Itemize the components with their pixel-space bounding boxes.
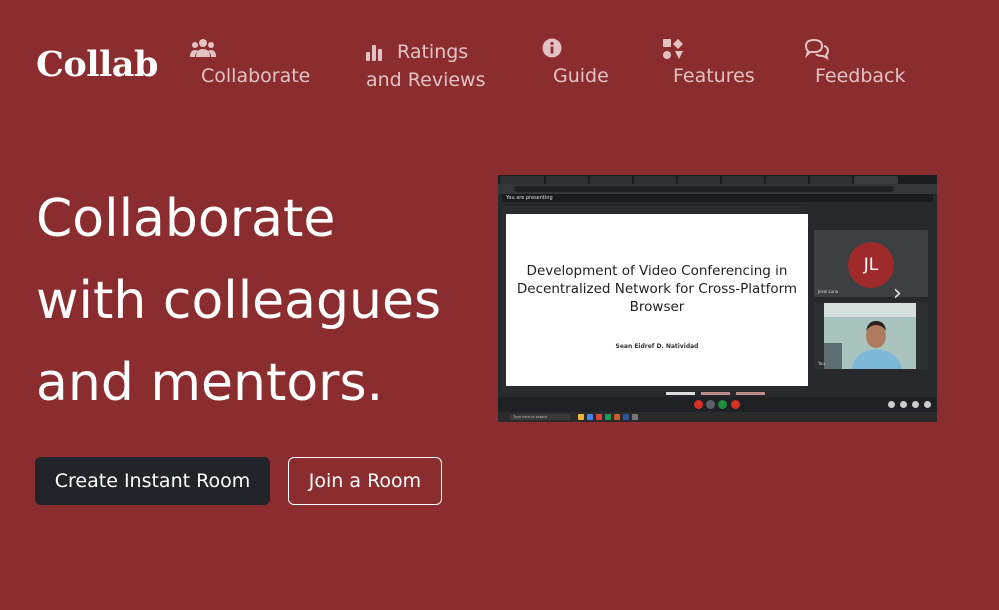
folder-icon: [578, 414, 584, 420]
nav-feedback[interactable]: Feedback: [804, 38, 905, 90]
bar-chart-icon: [366, 44, 384, 61]
share-screen-icon: [718, 400, 727, 409]
nav-guide-label: Guide: [553, 65, 609, 87]
chat-icon: [900, 401, 907, 408]
app-preview-screenshot: You are presenting Development of Video …: [498, 175, 937, 422]
shared-screen: Development of Video Conferencing in Dec…: [502, 206, 808, 392]
nav-collaborate[interactable]: Collaborate: [190, 38, 310, 90]
hero-headline: Collaborate with colleagues and mentors.: [36, 178, 476, 424]
brand-logo[interactable]: Collab: [36, 44, 158, 85]
nav-ratings-reviews[interactable]: Ratings and Reviews: [366, 38, 485, 94]
self-name: You: [818, 361, 825, 366]
presenting-banner: You are presenting: [502, 194, 933, 202]
hero-line-3: and mentors.: [36, 353, 384, 413]
participant-avatar: JL: [848, 242, 894, 288]
app-icon: [614, 414, 620, 420]
comments-icon: [804, 38, 905, 62]
hero-line-2: with colleagues: [36, 271, 442, 331]
browser-icon: [587, 414, 593, 420]
carousel-indicator: [701, 392, 730, 395]
webcam-feed: [824, 303, 916, 369]
browser-tab-strip: [498, 175, 937, 184]
info-icon: [888, 401, 895, 408]
app-icon: [623, 414, 629, 420]
app-icon: [605, 414, 611, 420]
hero-line-1: Collaborate: [36, 189, 336, 249]
participant-tile: JL Josel Luna: [814, 230, 928, 297]
self-video-tile: You: [814, 302, 928, 369]
chevron-right-icon: ›: [893, 281, 902, 306]
carousel-indicator: [736, 392, 765, 395]
nav-ratings-label-1: Ratings: [397, 41, 469, 63]
more-icon: [924, 401, 931, 408]
features-icon: [662, 38, 755, 62]
nav-ratings-label-2: and Reviews: [366, 69, 486, 91]
os-taskbar: Type here to search: [498, 412, 937, 422]
users-icon: [190, 38, 310, 62]
nav-feedback-label: Feedback: [815, 65, 906, 87]
camera-icon: [706, 400, 715, 409]
call-controls-bar: [498, 397, 937, 412]
nav-collaborate-label: Collaborate: [201, 65, 311, 87]
people-icon: [912, 401, 919, 408]
nav-guide[interactable]: Guide: [542, 38, 609, 90]
browser-address-bar: [498, 184, 937, 194]
app-icon: [632, 414, 638, 420]
presentation-slide: Development of Video Conferencing in Dec…: [506, 214, 808, 386]
slide-author: Sean Eidref D. Natividad: [615, 343, 699, 350]
taskbar-search: Type here to search: [510, 414, 570, 420]
end-call-icon: [731, 400, 740, 409]
carousel-indicator-active: [666, 392, 695, 395]
nav-features-label: Features: [673, 65, 755, 87]
app-icon: [596, 414, 602, 420]
create-instant-room-button[interactable]: Create Instant Room: [35, 457, 270, 505]
info-icon: [542, 38, 609, 62]
nav-features[interactable]: Features: [662, 38, 755, 90]
slide-title: Development of Video Conferencing in Dec…: [516, 263, 798, 315]
join-room-button[interactable]: Join a Room: [288, 457, 442, 505]
participant-name: Josel Luna: [818, 289, 839, 294]
mic-icon: [694, 400, 703, 409]
